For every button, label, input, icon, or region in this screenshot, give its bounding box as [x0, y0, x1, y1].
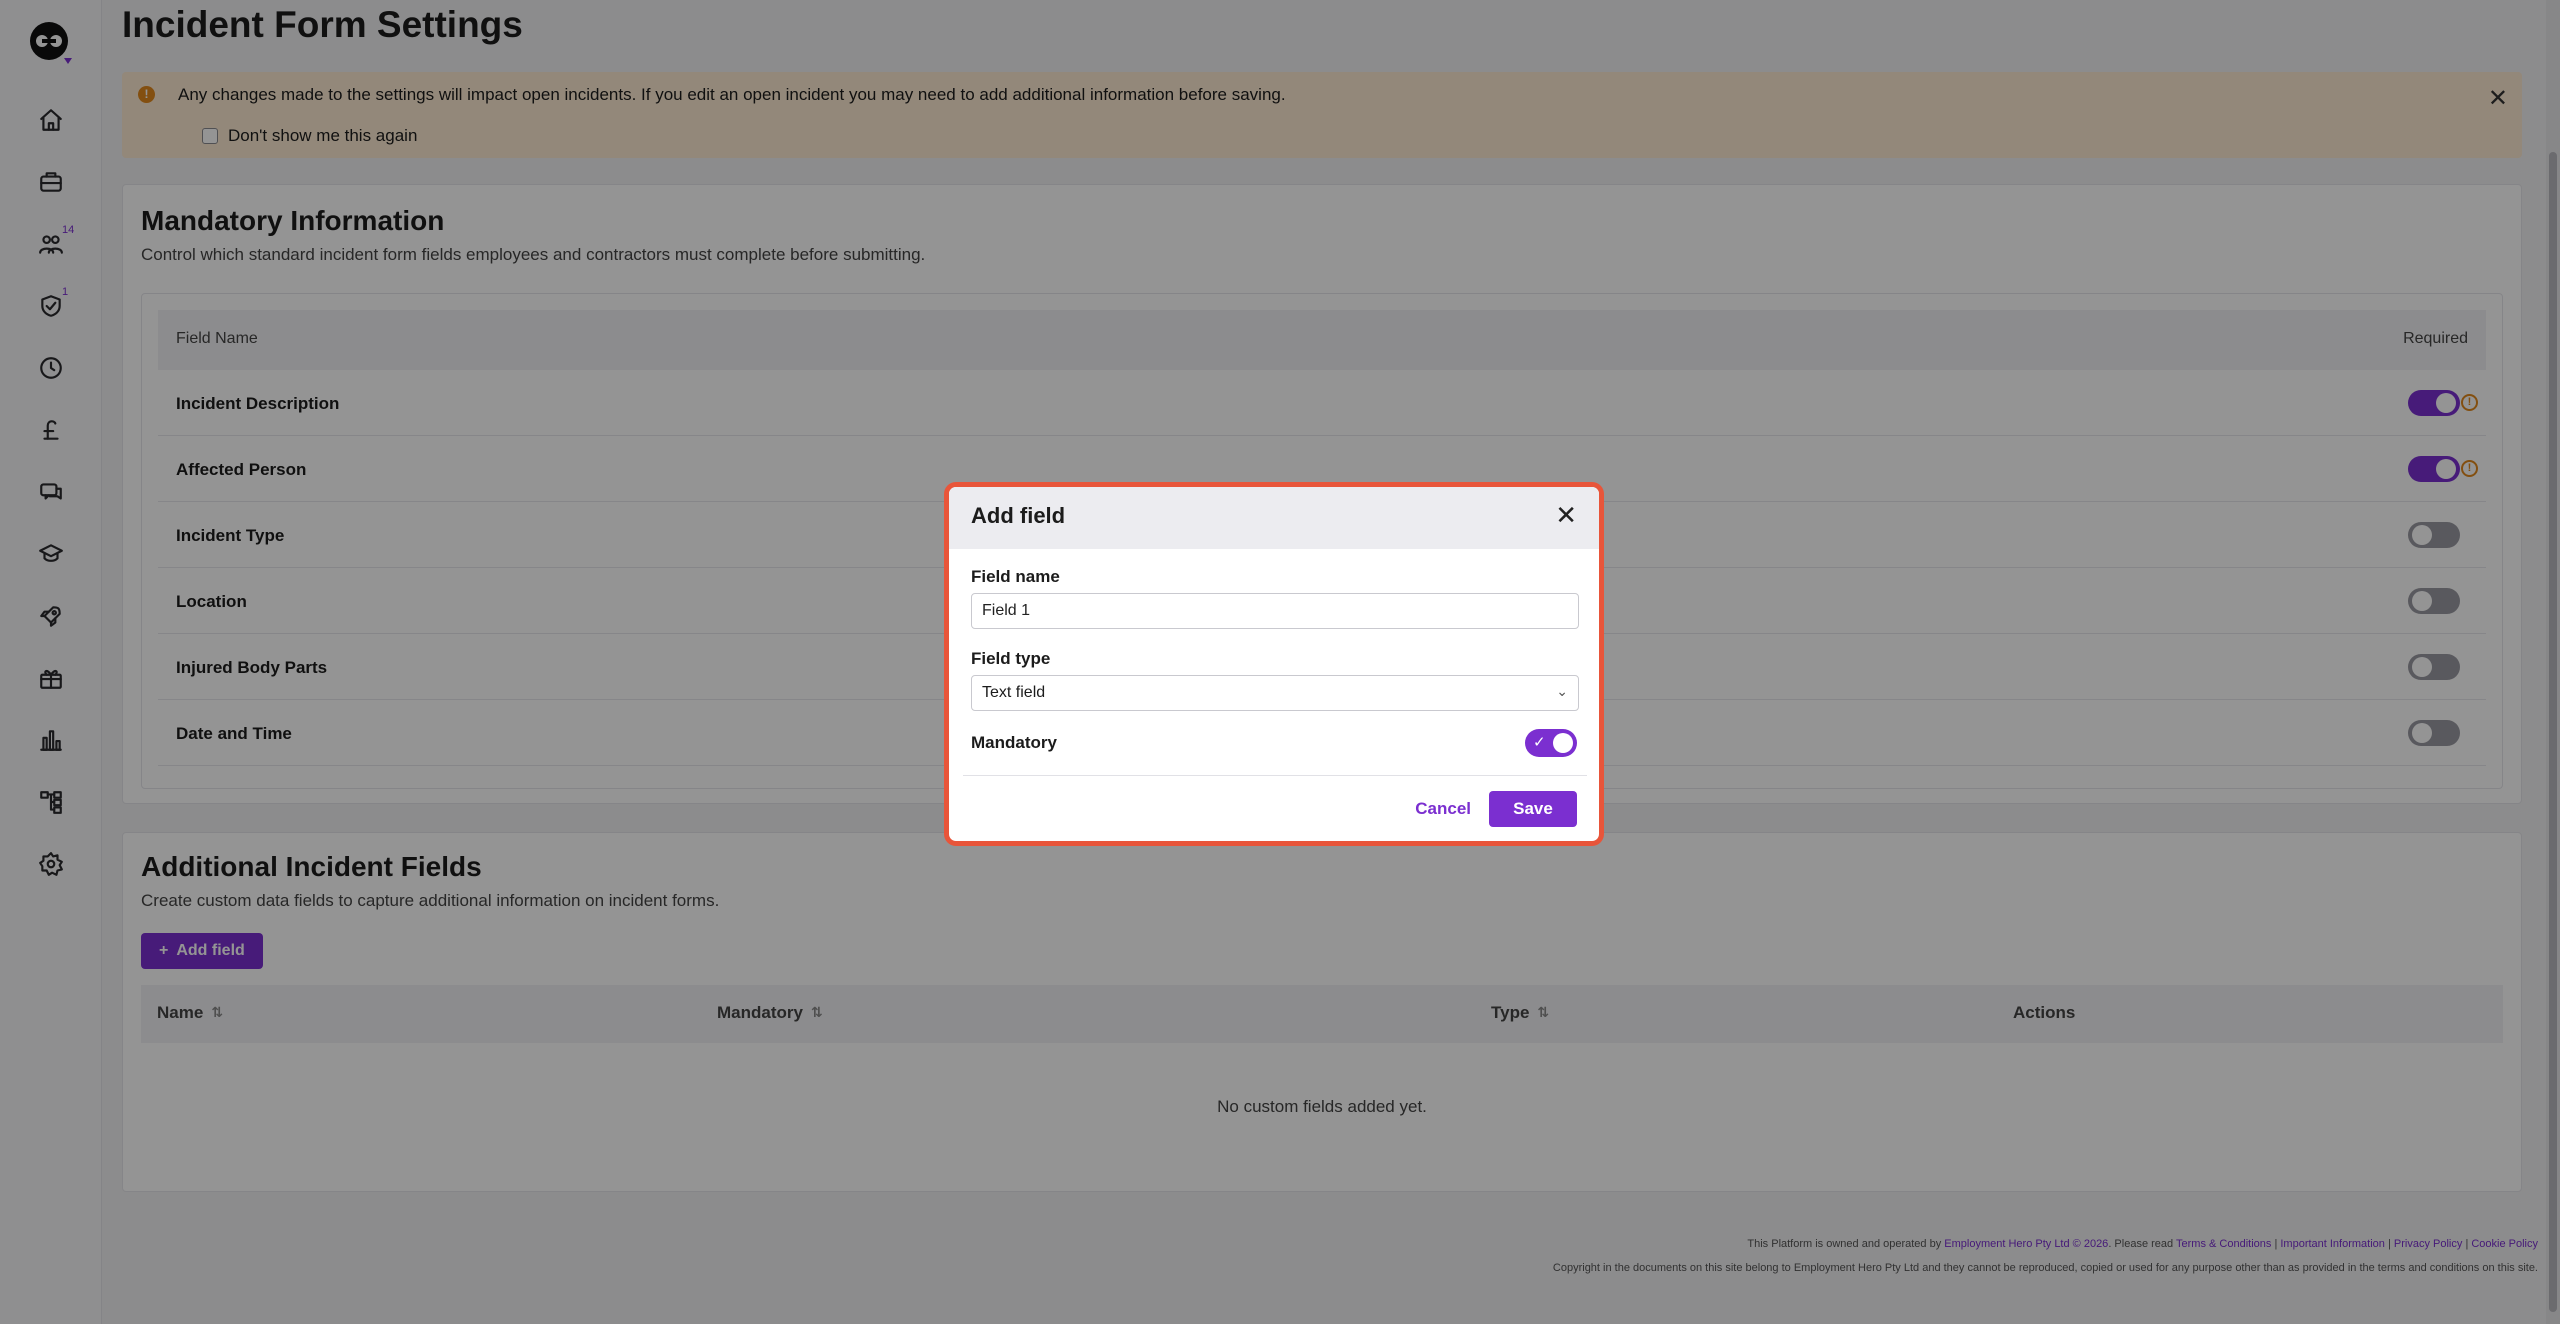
field-type-select[interactable]: Text field ⌄: [971, 675, 1579, 711]
add-field-dialog: Add field ✕ Field name Field type Text f…: [944, 482, 1604, 846]
field-type-value: Text field: [982, 684, 1046, 701]
dialog-header: Add field ✕: [949, 487, 1599, 549]
dialog-divider: [963, 775, 1587, 776]
field-name-input[interactable]: [971, 593, 1579, 629]
cancel-button[interactable]: Cancel: [1415, 799, 1471, 819]
field-name-label: Field name: [971, 567, 1060, 586]
check-icon: ✓: [1533, 733, 1546, 751]
mandatory-label: Mandatory: [971, 733, 1057, 752]
close-icon[interactable]: ✕: [1555, 501, 1577, 531]
mandatory-toggle[interactable]: ✓: [1525, 729, 1577, 757]
dialog-title: Add field: [971, 503, 1066, 528]
field-type-label: Field type: [971, 649, 1051, 668]
save-button[interactable]: Save: [1489, 791, 1577, 827]
chevron-down-icon: ⌄: [1556, 684, 1568, 700]
